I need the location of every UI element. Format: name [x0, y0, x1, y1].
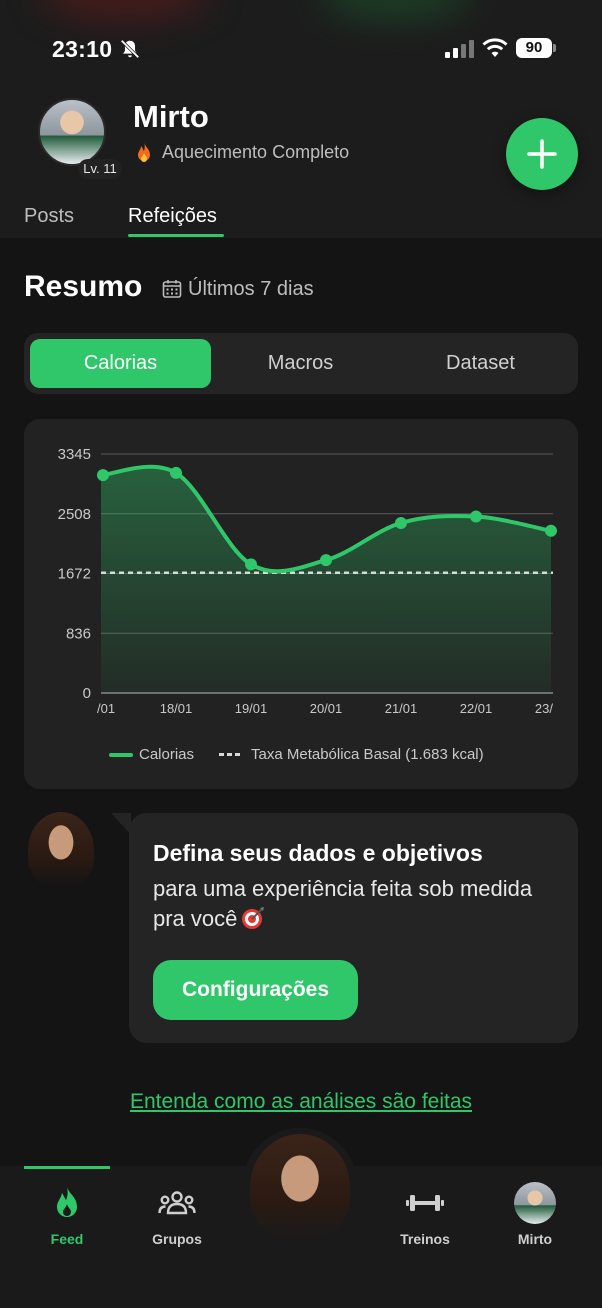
- nav-profile-label[interactable]: Mirto: [510, 1231, 560, 1247]
- group-icon[interactable]: [158, 1190, 196, 1216]
- data-point: [545, 524, 557, 537]
- segment-dataset[interactable]: Dataset: [390, 339, 571, 388]
- add-button[interactable]: [506, 118, 578, 190]
- legend-calories: Calorias: [139, 746, 195, 763]
- tab-posts[interactable]: Posts: [24, 205, 74, 228]
- y-tick-label: 2508: [58, 506, 91, 523]
- plus-icon: [527, 139, 557, 169]
- calories-chart: 0 836 1672 2508 3345/01 18/01 19/01 20/01 21/01 2…: [58, 446, 557, 716]
- x-tick-label: 21/01: [385, 701, 418, 716]
- speech-bubble-tail: [111, 813, 131, 835]
- bell-off-icon: [120, 39, 140, 59]
- data-point: [245, 558, 257, 571]
- data-point: [320, 554, 332, 567]
- battery-tip: [553, 44, 556, 52]
- data-point: [395, 516, 407, 529]
- nav-workouts-label[interactable]: Treinos: [396, 1231, 454, 1247]
- profile-name: Mirto: [133, 99, 209, 134]
- profile-avatar[interactable]: [38, 98, 106, 166]
- calendar-icon: [162, 280, 182, 298]
- analysis-info-link[interactable]: Entenda como as análises são feitas: [0, 1090, 602, 1114]
- coach-card-text: para uma experiência feita sob medida pr…: [153, 874, 553, 934]
- x-tick-label: 23/: [535, 701, 553, 716]
- x-tick-label: 22/01: [460, 701, 493, 716]
- x-tick-label: 19/01: [235, 701, 268, 716]
- y-tick-label: 0: [83, 685, 91, 702]
- flame-icon[interactable]: [54, 1186, 80, 1220]
- nav-profile-avatar[interactable]: [514, 1182, 556, 1224]
- nav-feed-label[interactable]: Feed: [44, 1231, 90, 1247]
- coach-card-body: para uma experiência feita sob medida pr…: [153, 876, 533, 931]
- y-tick-label: 836: [66, 625, 91, 642]
- data-point: [97, 469, 109, 482]
- nav-groups-label[interactable]: Grupos: [150, 1231, 204, 1247]
- wifi-icon: [482, 38, 508, 57]
- tab-meals[interactable]: Refeições: [128, 205, 217, 228]
- level-badge: Lv. 11: [78, 159, 122, 179]
- segment-calories[interactable]: Calorias: [30, 339, 211, 388]
- calories-chart-card: 0 836 1672 2508 3345/01 18/01 19/01 20/01 21/01 2…: [24, 419, 578, 789]
- settings-button[interactable]: Configurações: [153, 960, 358, 1020]
- legend-bmr: Taxa Metabólica Basal (1.683 kcal): [251, 746, 484, 763]
- summary-title: Resumo: [24, 270, 143, 303]
- calories-area: [101, 466, 551, 693]
- target-icon: [242, 907, 265, 929]
- fire-icon: [138, 142, 150, 162]
- data-point: [170, 466, 182, 479]
- y-tick-label: 1672: [58, 566, 91, 583]
- dumbbell-icon[interactable]: [406, 1192, 444, 1214]
- coach-nav-avatar[interactable]: [250, 1134, 350, 1240]
- tab-active-indicator: [128, 234, 224, 237]
- date-range-label[interactable]: Últimos 7 dias: [188, 278, 314, 301]
- coach-card-title: Defina seus dados e objetivos: [153, 840, 483, 866]
- legend-calories-swatch: [109, 753, 133, 757]
- legend-bmr-swatch: [219, 753, 243, 756]
- coach-avatar: [28, 812, 94, 888]
- x-tick-label: 18/01: [160, 701, 193, 716]
- cell-signal-icon: [445, 40, 474, 58]
- x-tick-label: 20/01: [310, 701, 343, 716]
- y-tick-label: 3345: [58, 446, 91, 463]
- profile-status: Aquecimento Completo: [162, 142, 350, 162]
- x-tick-label: /01: [97, 701, 115, 716]
- summary-segmented-control: Calorias Macros Dataset: [24, 333, 578, 394]
- segment-macros[interactable]: Macros: [210, 339, 391, 388]
- battery-indicator: 90: [516, 38, 552, 58]
- nav-active-indicator: [24, 1166, 110, 1169]
- data-point: [470, 510, 482, 523]
- status-time: 23:10: [52, 36, 113, 62]
